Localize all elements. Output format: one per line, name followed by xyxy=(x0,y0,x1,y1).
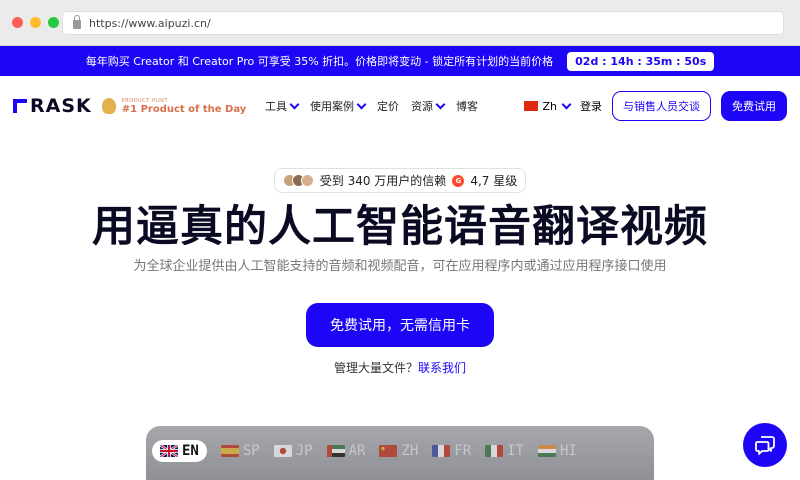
chevron-down-icon xyxy=(435,99,446,109)
lang-tab-en[interactable]: EN xyxy=(152,440,207,462)
bulk-files-note: 管理大量文件？联系我们 xyxy=(0,359,800,376)
contact-sales-button[interactable]: 与销售人员交谈 xyxy=(612,91,711,121)
italy-flag-icon xyxy=(485,445,504,457)
language-demo-bar: EN SP JP AR ZH FR IT HI xyxy=(146,426,654,480)
bulk-text: 管理大量文件？ xyxy=(333,361,418,375)
avatar xyxy=(300,174,314,187)
lang-tab-it[interactable]: IT xyxy=(485,443,524,459)
promo-text: 每年购买 Creator 和 Creator Pro 可享受 35% 折扣。价格… xyxy=(85,55,554,68)
chevron-down-icon xyxy=(561,99,572,109)
window-controls xyxy=(12,17,59,28)
china-flag-icon xyxy=(524,101,539,111)
uk-flag-icon xyxy=(160,445,178,457)
logo-mark-icon xyxy=(13,99,27,113)
trust-badge: 受到 340 万用户的信赖 G 4,7 星级 xyxy=(273,168,527,193)
login-link[interactable]: 登录 xyxy=(580,98,602,114)
product-hunt-badge[interactable]: PRODUCT HUNT #1 Product of the Day xyxy=(101,98,247,115)
browser-chrome: https://www.aipuzi.cn/ xyxy=(0,0,800,46)
menu-blog[interactable]: 博客 xyxy=(456,98,478,114)
chevron-down-icon xyxy=(289,99,300,109)
france-flag-icon xyxy=(432,445,451,457)
chat-bubble-icon xyxy=(755,436,775,455)
countdown-timer: 02d : 14h : 35m : 50s xyxy=(567,51,715,71)
japan-flag-icon xyxy=(273,445,292,457)
menu-use-cases[interactable]: 使用案例 xyxy=(310,98,367,114)
g2-logo-icon: G xyxy=(452,174,465,187)
maximize-window-button[interactable] xyxy=(48,17,59,28)
page-subtitle: 为全球企业提供由人工智能支持的音频和视频配音，可在应用程序内或通过应用程序接口使… xyxy=(133,259,667,274)
rating-text: 4,7 星级 xyxy=(470,174,518,188)
rask-logo[interactable]: RASK xyxy=(13,95,92,117)
free-trial-button[interactable]: 免费试用 xyxy=(721,91,787,121)
hero-section: 受到 340 万用户的信赖 G 4,7 星级 用逼真的人工智能语音翻译视频 为全… xyxy=(0,136,800,376)
lang-tab-zh[interactable]: ZH xyxy=(379,443,418,459)
url-text: https://www.aipuzi.cn/ xyxy=(89,16,211,30)
chat-widget-button[interactable] xyxy=(743,423,787,467)
close-window-button[interactable] xyxy=(12,17,23,28)
india-flag-icon xyxy=(538,445,557,457)
language-tabs: EN SP JP AR ZH FR IT HI xyxy=(152,440,577,462)
chevron-down-icon xyxy=(356,99,367,109)
spain-flag-icon xyxy=(220,445,239,457)
page-title: 用逼真的人工智能语音翻译视频 xyxy=(92,202,708,252)
medal-icon xyxy=(101,98,116,114)
menu-resources[interactable]: 资源 xyxy=(411,98,446,114)
lang-tab-sp[interactable]: SP xyxy=(220,443,260,459)
uae-flag-icon xyxy=(326,445,345,457)
china-flag-icon xyxy=(379,445,398,457)
language-selector[interactable]: Zh xyxy=(524,99,572,113)
lang-tab-ar[interactable]: AR xyxy=(326,443,365,459)
promo-banner: 每年购买 Creator 和 Creator Pro 可享受 35% 折扣。价格… xyxy=(0,46,800,76)
user-avatars xyxy=(282,174,314,187)
trust-text: 受到 340 万用户的信赖 xyxy=(319,174,447,188)
minimize-window-button[interactable] xyxy=(30,17,41,28)
top-nav: RASK PRODUCT HUNT #1 Product of the Day … xyxy=(0,76,800,136)
hero-cta-button[interactable]: 免费试用，无需信用卡 xyxy=(306,303,494,347)
lang-tab-jp[interactable]: JP xyxy=(273,443,313,459)
menu-pricing[interactable]: 定价 xyxy=(377,98,399,114)
contact-us-link[interactable]: 联系我们 xyxy=(418,361,466,375)
lang-tab-hi[interactable]: HI xyxy=(538,443,577,459)
address-bar[interactable]: https://www.aipuzi.cn/ xyxy=(62,11,784,35)
product-of-day-label: #1 Product of the Day xyxy=(121,103,247,115)
logo-text: RASK xyxy=(30,95,92,117)
nav-actions: Zh 登录 与销售人员交谈 免费试用 xyxy=(524,91,787,121)
lock-icon xyxy=(73,15,81,29)
lang-tab-fr[interactable]: FR xyxy=(432,443,471,459)
menu-tools[interactable]: 工具 xyxy=(265,98,300,114)
main-menu: 工具 使用案例 定价 资源 博客 xyxy=(265,98,478,114)
